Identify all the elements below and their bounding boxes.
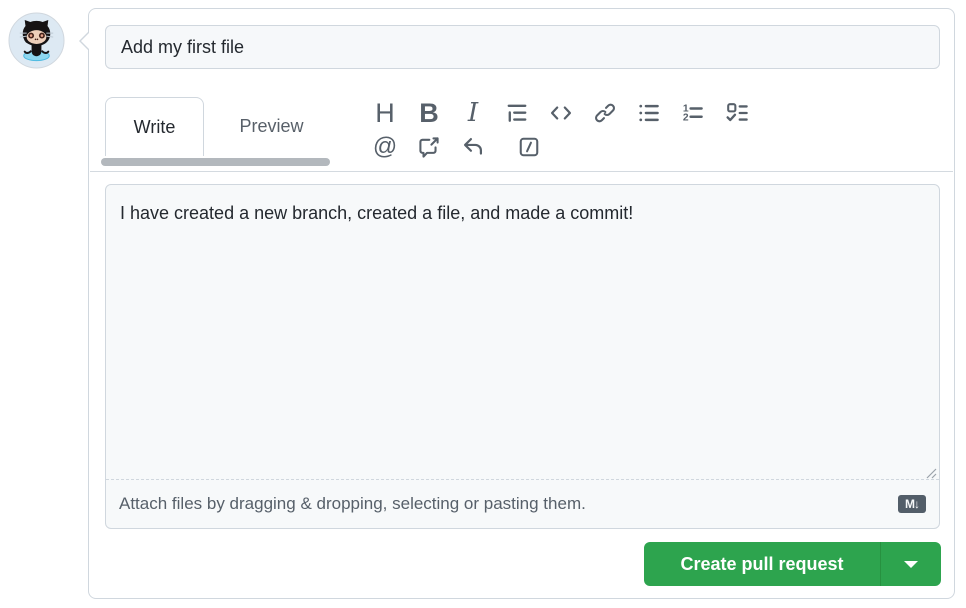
mention-icon: @ — [373, 135, 397, 159]
tasklist-button[interactable] — [725, 101, 749, 125]
tabnav-scrollbar-thumb[interactable] — [101, 158, 330, 166]
cross-reference-button[interactable] — [417, 135, 441, 159]
code-button[interactable] — [549, 101, 573, 125]
user-avatar — [8, 12, 65, 69]
editor-tabnav: Write Preview H B I — [90, 96, 953, 172]
create-pr-button-group: Create pull request — [644, 542, 941, 586]
list-unordered-icon — [638, 102, 660, 124]
reply-icon — [462, 136, 484, 158]
heading-icon: H — [375, 100, 395, 127]
attach-files-text: Attach files by dragging & dropping, sel… — [119, 494, 586, 514]
unordered-list-button[interactable] — [637, 101, 661, 125]
bold-icon: B — [419, 100, 439, 127]
quote-icon — [506, 102, 528, 124]
tab-write[interactable]: Write — [105, 97, 204, 156]
create-pr-dropdown-button[interactable] — [880, 542, 941, 586]
markdown-toolbar-row2: @ — [373, 135, 541, 159]
pr-compose-page: Write Preview H B I — [0, 0, 966, 608]
code-icon — [550, 102, 572, 124]
tabnav-scrollbar-track — [90, 156, 333, 168]
reply-button[interactable] — [461, 135, 485, 159]
slash-command-button[interactable] — [517, 135, 541, 159]
mention-button[interactable]: @ — [373, 135, 397, 159]
attach-files-bar[interactable]: Attach files by dragging & dropping, sel… — [106, 480, 939, 528]
octocat-avatar-icon — [8, 12, 65, 69]
comment-box: I have created a new branch, created a f… — [105, 184, 940, 529]
quote-button[interactable] — [505, 101, 529, 125]
link-icon — [594, 102, 616, 124]
resize-grip-icon[interactable] — [926, 468, 937, 479]
heading-button[interactable]: H — [373, 101, 397, 125]
ordered-list-button[interactable]: 1 2 — [681, 101, 705, 125]
markdown-supported-icon[interactable]: M↓ — [898, 495, 926, 513]
italic-button[interactable]: I — [461, 101, 485, 125]
tasklist-icon — [726, 102, 748, 124]
pr-title-input[interactable] — [105, 25, 940, 69]
cross-reference-icon — [418, 136, 440, 158]
slash-command-icon — [518, 136, 540, 158]
svg-text:2: 2 — [683, 113, 689, 124]
speech-caret-icon-fill — [81, 33, 89, 49]
list-ordered-icon: 1 2 — [682, 102, 704, 124]
pr-form-card: Write Preview H B I — [88, 8, 955, 599]
markdown-toolbar-row1: H B I — [373, 101, 749, 125]
italic-icon: I — [468, 100, 478, 126]
link-button[interactable] — [593, 101, 617, 125]
bold-button[interactable]: B — [417, 101, 441, 125]
create-pull-request-button[interactable]: Create pull request — [644, 542, 880, 586]
tab-preview[interactable]: Preview — [204, 97, 339, 156]
pr-body-textarea[interactable]: I have created a new branch, created a f… — [106, 185, 939, 480]
caret-down-icon — [904, 561, 918, 568]
